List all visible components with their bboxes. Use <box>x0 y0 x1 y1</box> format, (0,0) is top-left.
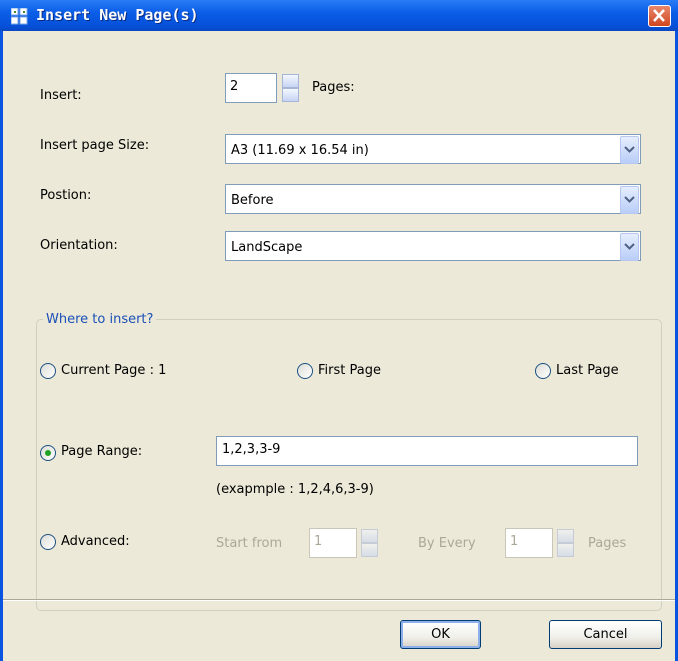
position-label: Postion: <box>40 188 92 203</box>
current-page-radio[interactable] <box>40 363 56 379</box>
chevron-down-icon[interactable] <box>620 186 639 214</box>
close-button[interactable] <box>648 5 671 27</box>
position-select[interactable]: Before <box>225 184 641 214</box>
ok-button[interactable]: OK <box>400 620 481 649</box>
page-range-example: (exapmple : 1,2,4,6,3-9) <box>216 482 374 497</box>
stepper-up-icon[interactable] <box>557 529 574 543</box>
dialog-title: Insert New Page(s) <box>36 6 199 24</box>
stepper-down-icon[interactable] <box>282 88 299 102</box>
first-page-label[interactable]: First Page <box>318 363 381 378</box>
title-bar[interactable]: Insert New Page(s) <box>0 0 678 31</box>
by-every-label: By Every <box>418 536 476 551</box>
insert-count-stepper[interactable] <box>282 74 299 102</box>
insert-pages-dialog: Insert New Page(s) Insert: 2 Pages: Inse… <box>0 0 678 661</box>
dialog-body: Insert: 2 Pages: Insert page Size: A3 (1… <box>3 31 675 661</box>
radio-selected-dot <box>45 450 51 456</box>
advanced-label[interactable]: Advanced: <box>61 534 130 549</box>
start-from-label: Start from <box>216 536 283 551</box>
first-page-radio[interactable] <box>297 363 313 379</box>
page-range-radio[interactable] <box>40 445 56 461</box>
group-title: Where to insert? <box>43 312 157 327</box>
insert-label: Insert: <box>40 88 82 103</box>
orientation-label: Orientation: <box>40 238 118 253</box>
orientation-value: LandScape <box>231 240 303 255</box>
start-from-input[interactable]: 1 <box>309 528 357 558</box>
page-range-input[interactable]: 1,2,3,3-9 <box>216 436 638 466</box>
pages-label: Pages: <box>312 80 355 95</box>
by-every-stepper[interactable] <box>557 529 574 557</box>
page-range-label[interactable]: Page Range: <box>61 444 142 459</box>
current-page-label[interactable]: Current Page : 1 <box>61 363 166 378</box>
stepper-up-icon[interactable] <box>361 529 378 543</box>
stepper-up-icon[interactable] <box>282 74 299 88</box>
start-from-stepper[interactable] <box>361 529 378 557</box>
by-every-input[interactable]: 1 <box>505 528 553 558</box>
orientation-select[interactable]: LandScape <box>225 231 641 261</box>
pages-suffix-label: Pages <box>588 536 627 551</box>
last-page-label[interactable]: Last Page <box>556 363 619 378</box>
page-size-select[interactable]: A3 (11.69 x 16.54 in) <box>225 134 641 164</box>
footer-separator <box>3 599 675 601</box>
page-size-label: Insert page Size: <box>40 138 150 153</box>
insert-page-icon <box>10 7 28 25</box>
stepper-down-icon[interactable] <box>557 543 574 557</box>
chevron-down-icon[interactable] <box>620 136 639 164</box>
page-size-value: A3 (11.69 x 16.54 in) <box>231 143 369 158</box>
last-page-radio[interactable] <box>535 363 551 379</box>
cancel-button[interactable]: Cancel <box>549 620 662 649</box>
advanced-radio[interactable] <box>40 534 56 550</box>
position-value: Before <box>231 193 274 208</box>
insert-count-input[interactable]: 2 <box>225 73 277 103</box>
chevron-down-icon[interactable] <box>620 233 639 261</box>
stepper-down-icon[interactable] <box>361 543 378 557</box>
